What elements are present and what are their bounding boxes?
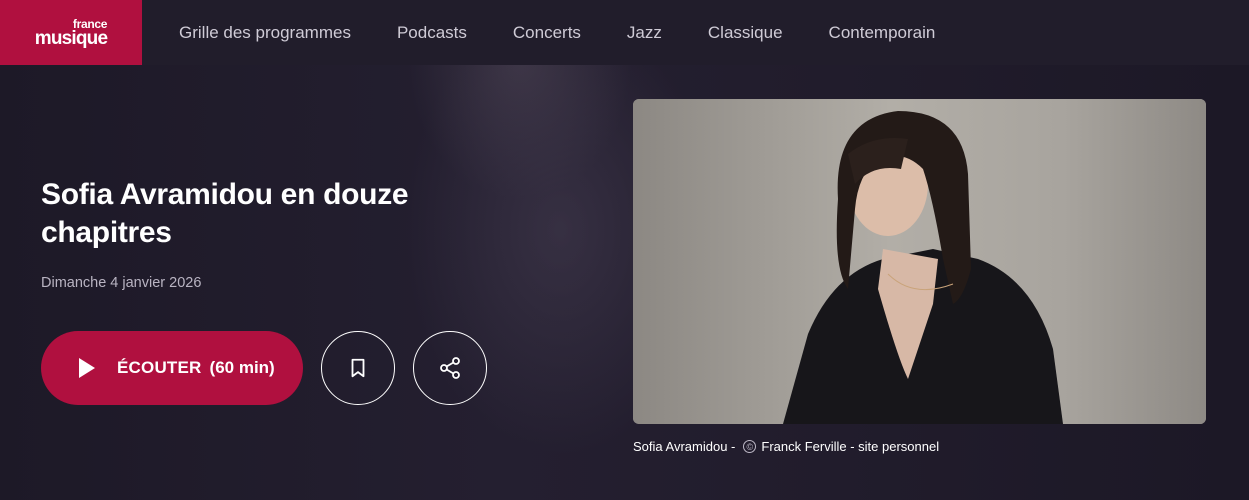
- caption-credit[interactable]: Franck Ferville - site personnel: [761, 439, 939, 454]
- bookmark-icon: [351, 358, 365, 378]
- nav-item-jazz[interactable]: Jazz: [627, 23, 662, 43]
- caption-name: Sofia Avramidou -: [633, 439, 736, 454]
- share-button[interactable]: [413, 331, 487, 405]
- episode-date: Dimanche 4 janvier 2026: [41, 275, 202, 291]
- episode-title: Sofia Avramidou en douze chapitres: [41, 178, 409, 249]
- share-icon: [440, 357, 460, 379]
- copyright-icon: ©: [743, 440, 757, 453]
- nav-item-podcasts[interactable]: Podcasts: [397, 23, 467, 43]
- play-icon: [79, 358, 95, 378]
- main-nav: Grille des programmes Podcasts Concerts …: [179, 23, 981, 43]
- nav-item-contemporain[interactable]: Contemporain: [829, 23, 936, 43]
- episode-photo: [633, 99, 1206, 424]
- france-musique-logo[interactable]: france musique: [0, 0, 142, 65]
- portrait-illustration: [633, 99, 1206, 424]
- listen-label: ÉCOUTER: [117, 358, 202, 377]
- episode-duration: (60 min): [209, 358, 275, 377]
- nav-item-grille[interactable]: Grille des programmes: [179, 23, 351, 43]
- nav-item-classique[interactable]: Classique: [708, 23, 783, 43]
- top-navigation-bar: france musique Grille des programmes Pod…: [0, 0, 1249, 65]
- nav-item-concerts[interactable]: Concerts: [513, 23, 581, 43]
- photo-caption: Sofia Avramidou - © Franck Ferville - si…: [633, 439, 939, 454]
- bookmark-button[interactable]: [321, 331, 395, 405]
- listen-button[interactable]: ÉCOUTER (60 min): [41, 331, 303, 405]
- logo-line-musique: musique: [34, 27, 108, 49]
